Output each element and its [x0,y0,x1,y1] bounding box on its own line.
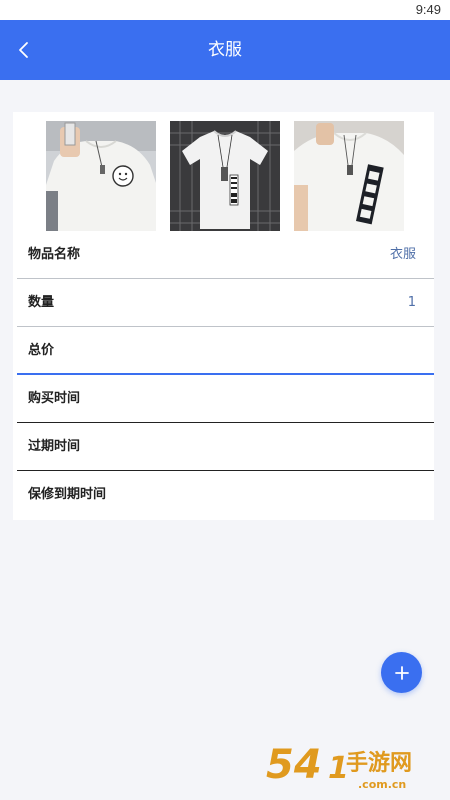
item-name-row[interactable]: 物品名称 衣服 [17,231,434,279]
page-title: 衣服 [208,40,242,60]
photo-strip [46,121,404,231]
expiry-time-row[interactable]: 过期时间 [17,423,434,471]
photo-tshirt-side-print[interactable] [294,121,404,231]
svg-text:手游网: 手游网 [346,750,412,776]
plus-icon [394,665,409,680]
quantity-value[interactable]: 1 [408,279,416,327]
warranty-expiry-row[interactable]: 保修到期时间 [17,471,434,519]
watermark-logo: 54 1 手游网 .com.cn [262,734,442,794]
app-bar: 衣服 [0,20,450,80]
status-bar: 9:49 [0,0,450,20]
svg-text:54: 54 [266,742,322,788]
purchase-time-label: 购买时间 [28,391,81,406]
add-button[interactable] [381,652,422,693]
item-detail-card: 物品名称 衣服 数量 1 总价 购买时间 过期时间 保修到期时间 [13,112,434,520]
total-price-label: 总价 [28,343,55,358]
quantity-row[interactable]: 数量 1 [17,279,434,327]
expiry-time-label: 过期时间 [28,439,81,454]
warranty-expiry-label: 保修到期时间 [28,487,107,502]
photo-tshirt-smiley[interactable] [46,121,156,231]
photo-tshirt-graphic[interactable] [170,121,280,231]
total-price-row[interactable]: 总价 [17,327,434,375]
svg-text:.com.cn: .com.cn [358,778,406,791]
purchase-time-row[interactable]: 购买时间 [17,375,434,423]
item-name-value[interactable]: 衣服 [390,231,416,279]
item-name-label: 物品名称 [28,247,81,262]
status-time: 9:49 [415,2,441,17]
quantity-label: 数量 [28,295,55,310]
